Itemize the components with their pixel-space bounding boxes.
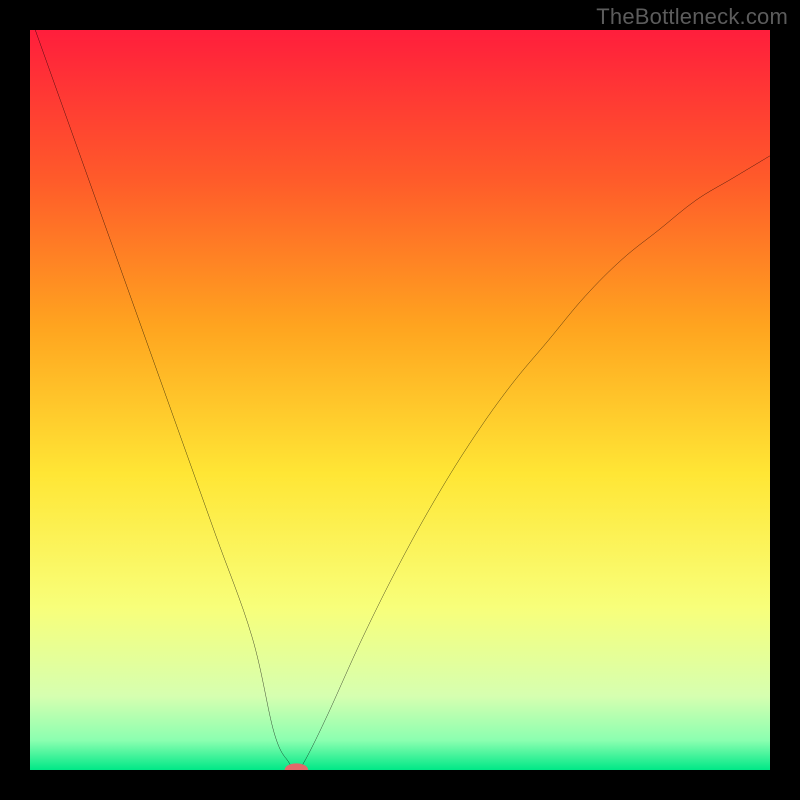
bottleneck-chart	[30, 30, 770, 770]
chart-background	[30, 30, 770, 770]
chart-frame: TheBottleneck.com	[0, 0, 800, 800]
watermark-text: TheBottleneck.com	[596, 4, 788, 30]
